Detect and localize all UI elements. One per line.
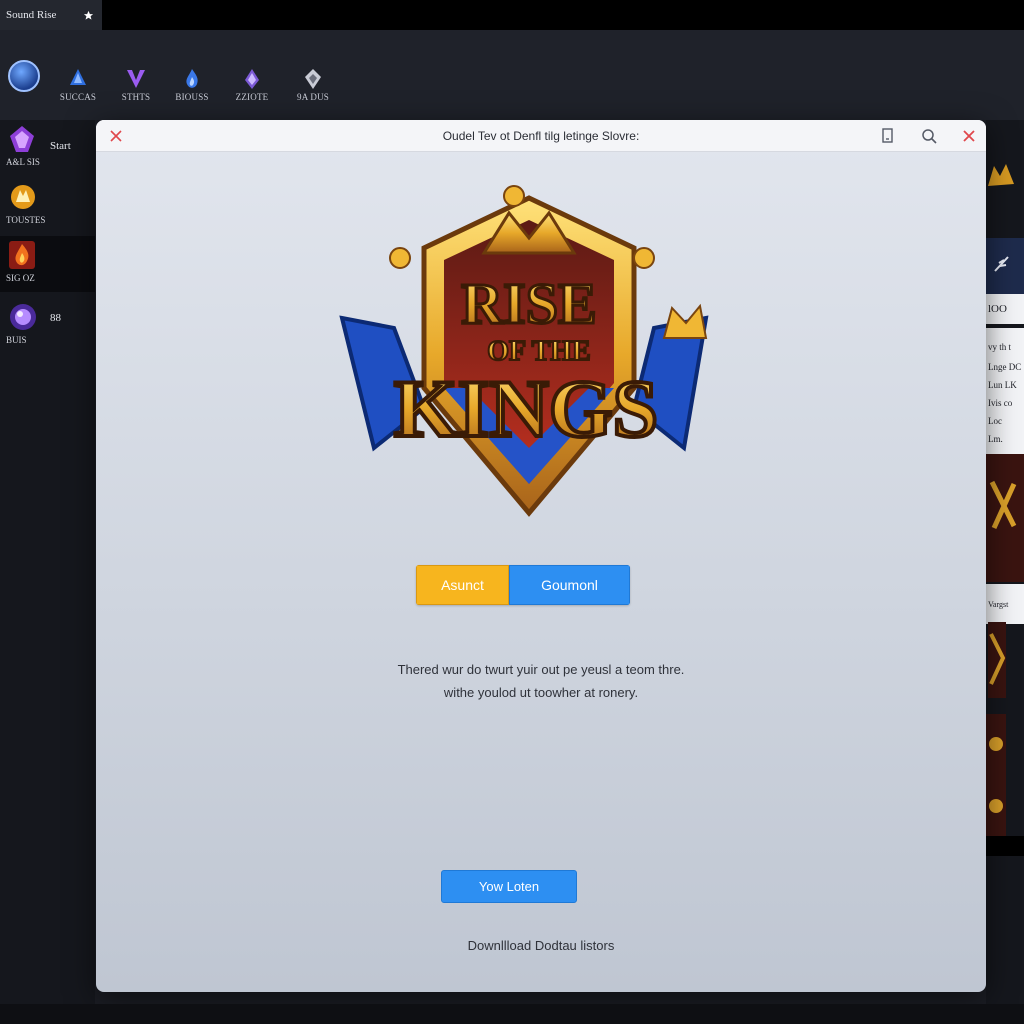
blue-flame-icon (162, 68, 222, 90)
panel-text: vy th t (988, 342, 1012, 352)
description-line: Thered wur do twurt yuir out pe yeusl a … (397, 662, 685, 677)
bottom-bar (0, 1004, 1024, 1024)
home-emblem-icon[interactable] (8, 60, 40, 92)
panel-text: Vargst (988, 600, 1009, 609)
category-item[interactable]: STHTS (106, 68, 166, 102)
launcher-title: Sound Rise (6, 9, 57, 21)
logo-text-kings: KINGS (394, 363, 658, 454)
sidebar-item-label: SIG OZ (6, 273, 35, 283)
panel-text: Lun LK (988, 380, 1017, 390)
category-row: SUCCAS STHTS BIOUSS ZZIOTE 9A DUS (0, 30, 1024, 120)
silver-crest-icon (283, 68, 343, 90)
category-item[interactable]: SUCCAS (48, 68, 108, 102)
text-block: lOO (986, 294, 1024, 324)
gold-art-block (986, 712, 1024, 842)
gold-art-block (986, 618, 1024, 700)
launcher-title-tab[interactable]: Sound Rise (0, 0, 102, 30)
sidebar-item[interactable]: TOUSTES (0, 178, 95, 234)
sidebar-item[interactable]: 88 BUIS (0, 298, 95, 354)
top-bar: Sound Rise (0, 0, 1024, 30)
gold-art-block (986, 454, 1024, 582)
dialog-title: Oudel Tev ot Denfl tilg letinge Slovre: (442, 129, 640, 143)
right-background-panel: lOO vy th t Lnge DC Lun LK Ivis co Loc L… (986, 120, 1024, 1024)
category-label: STHTS (121, 92, 151, 102)
category-item[interactable]: 9A DUS (283, 68, 343, 102)
sidebar-item-label: BUIS (6, 335, 27, 345)
purple-gem-icon (8, 124, 36, 154)
search-icon[interactable] (920, 127, 938, 145)
left-sidebar: Start A&L SIS TOUSTES SIG OZ 88 BUIS (0, 120, 95, 1024)
gold-emblem-icon (8, 182, 36, 212)
blue-crystal-icon (48, 68, 108, 90)
sidebar-item-label: A&L SIS (6, 157, 40, 167)
panel-text: Ivis co (988, 398, 1013, 408)
sidebar-item[interactable]: Start A&L SIS (0, 120, 95, 176)
page-icon[interactable] (879, 127, 897, 145)
panel-text: Loc (988, 416, 1002, 426)
panel-text: Lnge DC (988, 362, 1022, 372)
blue-panel (986, 238, 1024, 294)
violet-crystal-icon (222, 68, 282, 90)
sidebar-item-label: TOUSTES (6, 215, 46, 225)
panel-text: lOO (988, 303, 1007, 315)
segment-right-button[interactable]: Goumonl (509, 565, 630, 605)
divider (986, 836, 1024, 856)
text-block: vy th t Lnge DC Lun LK Ivis co Loc Lm. (986, 328, 1024, 454)
close-icon[interactable] (960, 127, 978, 145)
primary-button[interactable]: Yow Loten (441, 870, 577, 903)
download-link[interactable]: Downllload Dodtau listors (96, 938, 986, 953)
category-label: 9A DUS (297, 92, 329, 102)
sidebar-item-extra: Start (50, 140, 71, 152)
description: Thered wur do twurt yuir out pe yeusl a … (96, 658, 986, 704)
logo-text-rise: RISE (461, 271, 596, 336)
game-dialog: Oudel Tev ot Denfl tilg letinge Slovre: (96, 120, 986, 992)
category-label: SUCCAS (59, 92, 97, 102)
sidebar-item[interactable]: SIG OZ (0, 236, 95, 292)
segmented-control: Asunct Goumonl (416, 565, 630, 605)
star-icon[interactable] (83, 10, 94, 21)
segment-left-button[interactable]: Asunct (416, 565, 509, 605)
panel-text: Lm. (988, 434, 1003, 444)
purple-orb-icon (8, 302, 36, 332)
category-item[interactable]: ZZIOTE (222, 68, 282, 102)
sidebar-item-extra: 88 (50, 312, 61, 324)
description-line: withe youlod ut toowher at ronery. (443, 685, 639, 700)
dialog-titlebar: Oudel Tev ot Denfl tilg letinge Slovre: (96, 120, 986, 152)
game-logo: RISE OF THE KINGS (334, 178, 724, 530)
red-flame-icon (8, 240, 36, 270)
feather-icon (994, 256, 1009, 272)
gold-ornament-icon (986, 160, 1024, 190)
category-item[interactable]: BIOUSS (162, 68, 222, 102)
category-label: ZZIOTE (235, 92, 269, 102)
purple-v-icon (106, 68, 166, 90)
category-label: BIOUSS (175, 92, 209, 102)
